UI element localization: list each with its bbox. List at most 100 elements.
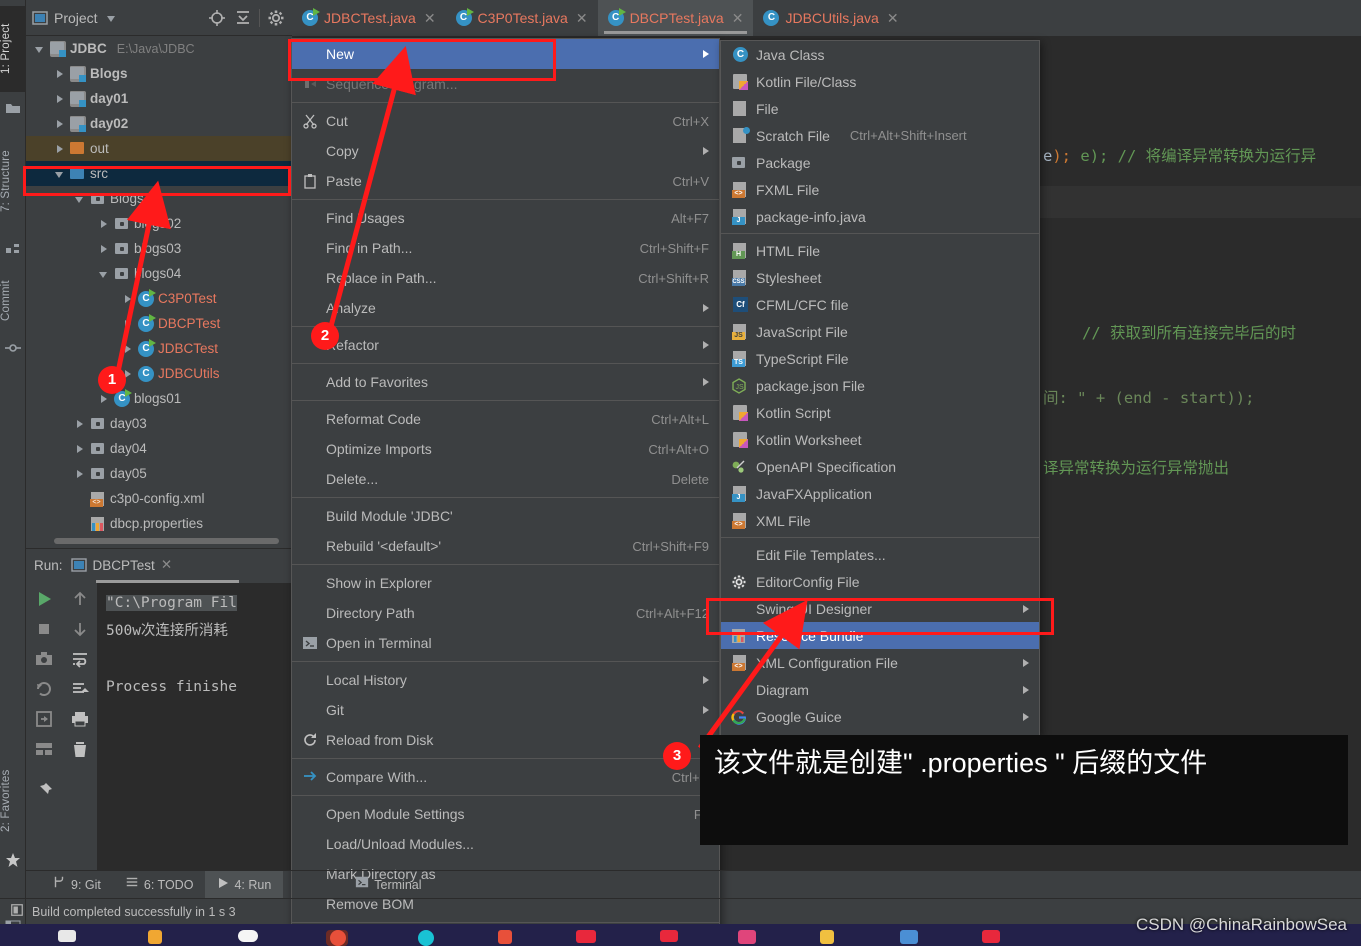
- submenu-item-fxml-file[interactable]: <> FXML File: [721, 176, 1039, 203]
- tree-row-src[interactable]: src: [26, 161, 292, 186]
- tree-row-blogs04[interactable]: blogs04: [26, 261, 292, 286]
- bottom-tab-todo[interactable]: 6: TODO: [113, 871, 206, 899]
- submenu-item-kotlin-worksheet[interactable]: Kotlin Worksheet: [721, 426, 1039, 453]
- tree-row-dbcptest[interactable]: C DBCPTest: [26, 311, 292, 336]
- menu-item-sequence-diagram[interactable]: Sequence Diagram...: [292, 69, 719, 99]
- gear-icon[interactable]: [266, 8, 286, 28]
- tree-row-blogs01[interactable]: C blogs01: [26, 386, 292, 411]
- menu-item-optimize-imports[interactable]: Optimize Imports Ctrl+Alt+O: [292, 434, 719, 464]
- sidebar-item-project[interactable]: 1: Project: [0, 6, 26, 92]
- pin-icon[interactable]: [34, 781, 54, 801]
- submenu-item-package[interactable]: Package: [721, 149, 1039, 176]
- submenu-item-resource-bundle[interactable]: Resource Bundle: [721, 622, 1039, 649]
- tree-row-blogs03[interactable]: blogs03: [26, 236, 292, 261]
- taskbar-item[interactable]: [982, 930, 1000, 943]
- chevron-down-icon[interactable]: [34, 43, 46, 55]
- menu-item-show-in-explorer[interactable]: Show in Explorer: [292, 568, 719, 598]
- tree-row-jdbcutils[interactable]: C JDBCUtils: [26, 361, 292, 386]
- taskbar-item[interactable]: [820, 930, 834, 944]
- submenu-item-edit-file-templates[interactable]: Edit File Templates...: [721, 541, 1039, 568]
- menu-item-reformat-code[interactable]: Reformat Code Ctrl+Alt+L: [292, 404, 719, 434]
- submenu-item-xml-file[interactable]: <> XML File: [721, 507, 1039, 534]
- taskbar-item[interactable]: [58, 930, 76, 942]
- project-context-menu[interactable]: New Sequence Diagram... Cut Ctrl+X Copy: [291, 38, 720, 946]
- close-icon[interactable]: ✕: [161, 557, 172, 573]
- submenu-item-stylesheet[interactable]: CSS Stylesheet: [721, 264, 1039, 291]
- run-console-output[interactable]: "C:\Program Fil 500w次连接所消耗 Process finis…: [98, 583, 292, 870]
- menu-item-compare-with[interactable]: Compare With... Ctrl+D: [292, 762, 719, 792]
- submenu-item-package-info-java[interactable]: J package-info.java: [721, 203, 1039, 230]
- tree-row-day03[interactable]: day03: [26, 411, 292, 436]
- submenu-item-file[interactable]: File: [721, 95, 1039, 122]
- sidebar-item-commit[interactable]: Commit: [0, 268, 26, 334]
- submenu-item-javafx-application[interactable]: J JavaFXApplication: [721, 480, 1039, 507]
- menu-item-reload-from-disk[interactable]: Reload from Disk: [292, 725, 719, 755]
- taskbar-item[interactable]: [148, 930, 162, 944]
- chevron-right-icon[interactable]: [54, 93, 66, 105]
- submenu-item-kotlin-script[interactable]: Kotlin Script: [721, 399, 1039, 426]
- submenu-item-swing-ui-designer[interactable]: Swing UI Designer: [721, 595, 1039, 622]
- sidebar-item-structure[interactable]: 7: Structure: [0, 128, 26, 234]
- submenu-item-cfml-cfc-file[interactable]: Cf CFML/CFC file: [721, 291, 1039, 318]
- run-icon[interactable]: [34, 589, 54, 609]
- chevron-down-icon[interactable]: [74, 193, 86, 205]
- close-icon[interactable]: ✕: [576, 10, 588, 27]
- submenu-item-editorconfig-file[interactable]: EditorConfig File: [721, 568, 1039, 595]
- submenu-item-diagram[interactable]: Diagram: [721, 676, 1039, 703]
- project-tree[interactable]: JDBC E:\Java\JDBC Blogs day01 day02 out …: [26, 36, 292, 548]
- tree-row-jdbc[interactable]: JDBC E:\Java\JDBC: [26, 36, 292, 61]
- submenu-item-html-file[interactable]: H HTML File: [721, 237, 1039, 264]
- rerun-failed-tests-icon[interactable]: [34, 679, 54, 699]
- chevron-right-icon[interactable]: [98, 393, 110, 405]
- stop-icon[interactable]: [34, 619, 54, 639]
- chevron-down-icon[interactable]: [54, 168, 66, 180]
- tree-row-day04[interactable]: day04: [26, 436, 292, 461]
- taskbar-item[interactable]: [660, 930, 678, 942]
- taskbar-item[interactable]: [738, 930, 756, 944]
- tree-row-day05[interactable]: day05: [26, 461, 292, 486]
- taskbar-item[interactable]: [238, 930, 258, 942]
- chevron-right-icon[interactable]: [122, 343, 134, 355]
- close-icon[interactable]: ✕: [887, 10, 899, 27]
- menu-item-add-to-favorites[interactable]: Add to Favorites: [292, 367, 719, 397]
- submenu-item-scratch-file[interactable]: Scratch File Ctrl+Alt+Shift+Insert: [721, 122, 1039, 149]
- submenu-item-java-class[interactable]: C Java Class: [721, 41, 1039, 68]
- tab-c3p0test-java[interactable]: C C3P0Test.java ✕: [446, 0, 598, 36]
- chevron-down-icon[interactable]: [98, 268, 110, 280]
- menu-item-delete[interactable]: Delete... Delete: [292, 464, 719, 494]
- tree-row-day01[interactable]: day01: [26, 86, 292, 111]
- taskbar-item[interactable]: [330, 930, 346, 946]
- scroll-down-icon[interactable]: [70, 619, 90, 639]
- chevron-right-icon[interactable]: [74, 468, 86, 480]
- menu-item-find-usages[interactable]: Find Usages Alt+F7: [292, 203, 719, 233]
- menu-item-new[interactable]: New: [292, 39, 719, 69]
- submenu-item-package-json-file[interactable]: JS package.json File: [721, 372, 1039, 399]
- chevron-right-icon[interactable]: [54, 68, 66, 80]
- soft-wrap-icon[interactable]: [70, 649, 90, 669]
- scroll-to-end-icon[interactable]: [70, 679, 90, 699]
- taskbar-item[interactable]: [900, 930, 918, 944]
- submenu-item-typescript-file[interactable]: TS TypeScript File: [721, 345, 1039, 372]
- run-configuration-tab[interactable]: DBCPTest ✕: [70, 557, 172, 573]
- submenu-item-kotlin-file-class[interactable]: Kotlin File/Class: [721, 68, 1039, 95]
- locate-icon[interactable]: [207, 8, 227, 28]
- menu-item-copy[interactable]: Copy: [292, 136, 719, 166]
- tab-jdbctest-java[interactable]: C JDBCTest.java ✕: [292, 0, 446, 36]
- print-icon[interactable]: [70, 709, 90, 729]
- project-tree-horizontal-scrollbar[interactable]: [54, 538, 279, 544]
- menu-item-rebuild[interactable]: Rebuild '<default>' Ctrl+Shift+F9: [292, 531, 719, 561]
- chevron-right-icon[interactable]: [54, 143, 66, 155]
- chevron-right-icon[interactable]: [54, 118, 66, 130]
- chevron-right-icon[interactable]: [98, 243, 110, 255]
- bottom-tab-run[interactable]: 4: Run: [205, 870, 284, 899]
- submenu-item-google-guice[interactable]: Google Guice: [721, 703, 1039, 730]
- tree-row-dbcp-properties[interactable]: dbcp.properties: [26, 511, 292, 536]
- chevron-right-icon[interactable]: [74, 443, 86, 455]
- chevron-right-icon[interactable]: [74, 418, 86, 430]
- tree-row-out[interactable]: out: [26, 136, 292, 161]
- tab-dbcptest-java[interactable]: C DBCPTest.java ✕: [597, 0, 754, 36]
- menu-item-git[interactable]: Git: [292, 695, 719, 725]
- tab-jdbcutils-java[interactable]: C JDBCUtils.java ✕: [753, 0, 908, 36]
- menu-item-find-in-path[interactable]: Find in Path... Ctrl+Shift+F: [292, 233, 719, 263]
- submenu-item-xml-configuration-file[interactable]: <> XML Configuration File: [721, 649, 1039, 676]
